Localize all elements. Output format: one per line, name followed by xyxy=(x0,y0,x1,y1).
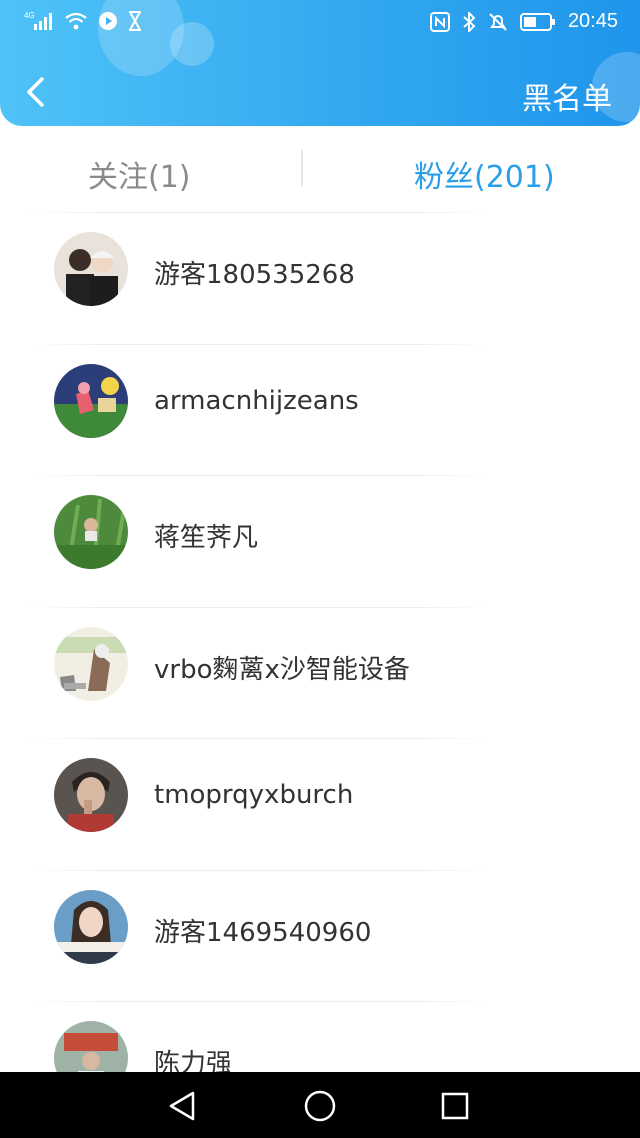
system-recent-button[interactable] xyxy=(437,1088,473,1124)
list-item[interactable]: tmoprqyxburch xyxy=(0,738,640,870)
battery-icon xyxy=(519,11,556,33)
back-button[interactable] xyxy=(18,72,52,112)
user-name: 游客1469540960 xyxy=(154,917,372,948)
play-icon xyxy=(98,10,118,32)
recent-square-icon xyxy=(441,1092,469,1120)
user-name: armacnhijzeans xyxy=(154,385,359,416)
list-item[interactable]: 游客180535268 xyxy=(0,212,640,344)
status-time: 20:45 xyxy=(567,10,618,32)
user-name: tmoprqyxburch xyxy=(154,780,354,810)
network-label: 4G xyxy=(24,11,35,20)
list-item[interactable]: 蒋笙荠凡 xyxy=(0,475,640,607)
avatar[interactable] xyxy=(54,363,128,438)
list-item[interactable]: armacnhijzeans xyxy=(0,343,640,476)
tab-following[interactable]: 关注(1) xyxy=(88,152,191,196)
divider xyxy=(30,212,490,213)
system-back-button[interactable] xyxy=(164,1088,200,1124)
tab-bar: 关注(1) 粉丝(201) xyxy=(0,126,640,212)
signal-icon: 4G xyxy=(24,10,54,32)
tab-divider xyxy=(301,150,303,186)
user-name: 游客180535268 xyxy=(154,260,355,290)
blacklist-button[interactable]: 黑名单 xyxy=(522,74,612,118)
divider xyxy=(30,606,490,608)
avatar[interactable] xyxy=(54,889,128,964)
list-item[interactable]: vrbo麴蓠x沙智能设备 xyxy=(0,606,640,739)
app-header: 4G 20:45 黑名单 xyxy=(0,0,640,126)
avatar[interactable] xyxy=(54,626,128,701)
system-home-button[interactable] xyxy=(302,1088,338,1124)
hourglass-icon xyxy=(128,10,142,32)
back-triangle-icon xyxy=(169,1091,195,1121)
avatar[interactable] xyxy=(54,758,128,832)
user-name: vrbo麴蓠x沙智能设备 xyxy=(154,654,410,685)
chevron-left-icon xyxy=(27,77,44,107)
system-nav-bar xyxy=(0,1072,640,1138)
list-item[interactable]: 游客1469540960 xyxy=(0,869,640,1002)
status-bar: 4G 20:45 xyxy=(0,0,640,44)
divider xyxy=(30,869,490,871)
tab-fans[interactable]: 粉丝(201) xyxy=(414,152,555,196)
fans-list: 游客180535268 armacnhijzeans 蒋笙荠凡 vrbo麴蓠x沙… xyxy=(0,212,640,1133)
divider xyxy=(30,1001,490,1002)
bluetooth-icon xyxy=(462,11,476,33)
avatar[interactable] xyxy=(54,232,128,306)
divider xyxy=(30,343,490,345)
home-circle-icon xyxy=(304,1090,336,1122)
nfc-icon xyxy=(429,11,450,33)
wifi-icon xyxy=(64,10,88,32)
mute-bell-icon xyxy=(488,11,508,33)
divider xyxy=(30,738,490,739)
user-name: 蒋笙荠凡 xyxy=(154,523,259,553)
avatar[interactable] xyxy=(54,495,128,569)
divider xyxy=(30,475,490,476)
